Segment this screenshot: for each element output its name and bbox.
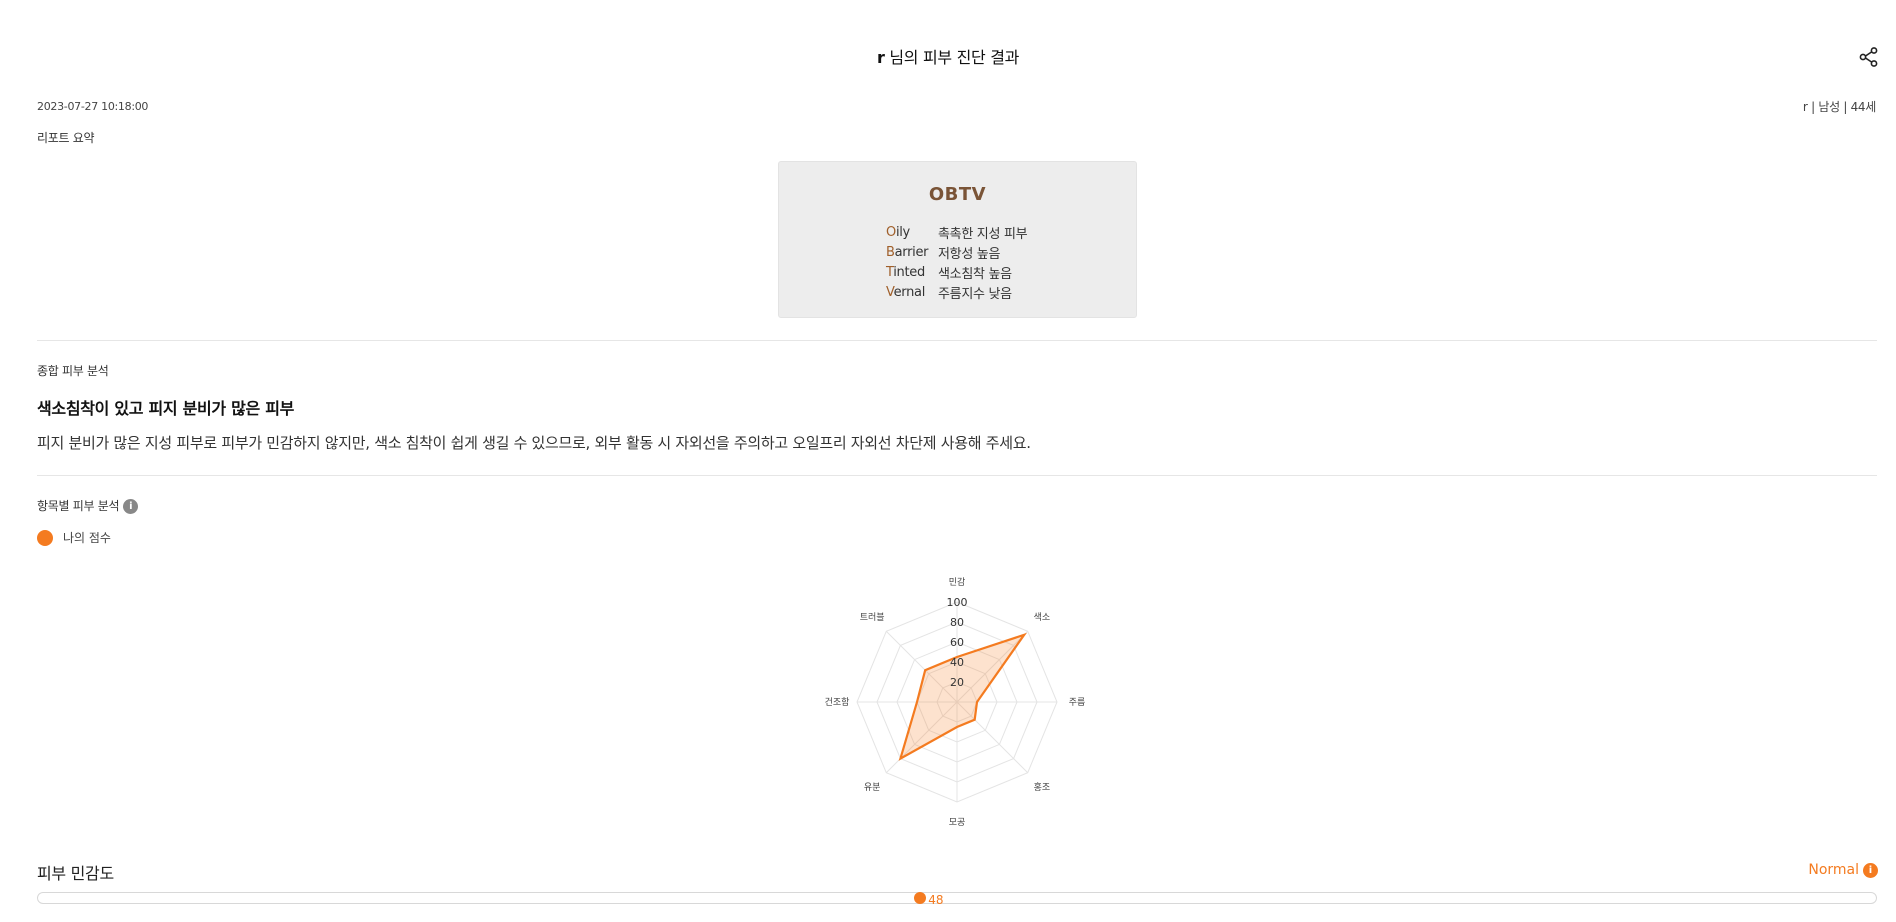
type-key-initial: B [886,244,895,260]
page-title: r 님의 피부 진단 결과 [0,44,1896,68]
type-desc: 주름지수 낮음 [938,286,1012,302]
chart-legend: 나의 점수 [37,529,111,546]
type-key-rest: inted [893,264,925,280]
legend-label: 나의 점수 [63,531,111,545]
share-button[interactable] [1858,46,1880,68]
type-key-rest: ernal [893,284,926,300]
type-key: Tinted [886,265,938,280]
type-key-rest: ily [895,224,910,240]
skin-type-card: OBTV Oily 촉촉한 지성 피부 Barrier 저항성 높음 Tinte… [778,161,1137,318]
radar-axis-label: 주름 [1069,697,1086,708]
user-name: r [876,48,885,67]
legend-swatch [37,529,53,546]
summary-label: 리포트 요약 [37,131,95,145]
type-key: Oily [886,225,938,240]
radar-axis-label: 모공 [949,817,966,828]
divider [37,340,1877,341]
sensitivity-value: 48 [928,893,944,907]
type-row: Tinted 색소침착 높음 [886,262,1027,282]
radar-axis-label: 민감 [949,576,966,588]
divider [37,475,1877,476]
sensitivity-track [37,892,1877,904]
analysis-title: 색소침착이 있고 피지 분비가 많은 피부 [37,399,295,418]
page-title-text: 님의 피부 진단 결과 [889,48,1020,67]
type-key: Vernal [886,285,938,300]
radar-axis-label: 트러블 [860,612,885,623]
analysis-description: 피지 분비가 많은 지성 피부로 피부가 민감하지 않지만, 색소 침착이 쉽게… [37,434,1031,452]
overall-label: 종합 피부 분석 [37,364,109,378]
radar-tick-label: 40 [950,656,964,669]
user-info: r | 남성 | 44세 [1802,100,1876,114]
skin-type-rows: Oily 촉촉한 지성 피부 Barrier 저항성 높음 Tinted 색소침… [886,222,1028,302]
type-key-rest: arrier [894,244,929,260]
radar-tick-label: 100 [947,596,968,609]
type-desc: 색소침착 높음 [938,266,1012,282]
info-icon[interactable]: i [1863,862,1878,878]
radar-axis-label: 유분 [864,782,881,793]
sensitivity-status-label: Normal [1808,862,1859,878]
type-row: Barrier 저항성 높음 [886,242,1027,262]
type-key-initial: V [886,284,894,300]
type-desc: 촉촉한 지성 피부 [938,226,1028,242]
radar-tick-label: 20 [950,676,964,689]
item-analysis-text: 항목별 피부 분석 [37,499,120,513]
radar-tick-label: 80 [950,616,964,629]
radar-axis-label: 홍조 [1034,781,1051,793]
type-row: Vernal 주름지수 낮음 [886,282,1027,302]
skin-type-code: OBTV [928,184,987,205]
item-analysis-label: 항목별 피부 분석 i [37,497,139,514]
type-key: Barrier [886,245,938,260]
report-datetime: 2023-07-27 10:18:00 [37,100,149,113]
share-icon [1859,47,1878,67]
sensitivity-status: Normal i [1808,862,1878,878]
type-desc: 저항성 높음 [938,246,1001,262]
radar-axis-label: 색소 [1034,612,1051,623]
radar-chart: 20 40 60 80 100 민감색소주름홍조모공 유분 건조함 트러블 [825,576,1086,828]
radar-axis-label: 건조함 [825,697,850,708]
type-row: Oily 촉촉한 지성 피부 [886,222,1028,242]
type-key-initial: O [886,224,896,240]
sensitivity-title: 피부 민감도 [37,864,114,883]
radar-tick-label: 60 [950,636,964,649]
info-icon[interactable]: i [123,499,139,514]
